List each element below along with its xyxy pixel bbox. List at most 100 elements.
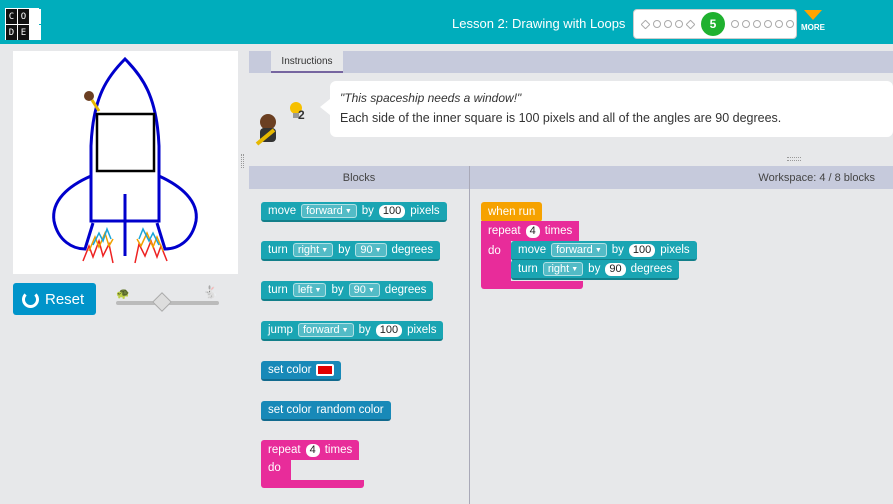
rabbit-icon: 🐇 (203, 285, 218, 299)
workspace-header: Workspace: 4 / 8 blocks (470, 166, 893, 189)
block-label: degrees (630, 263, 673, 275)
dropdown-value: right (297, 244, 320, 256)
dropdown-value: forward (306, 205, 343, 217)
current-level[interactable]: 5 (701, 12, 725, 36)
reset-button[interactable]: Reset (13, 283, 96, 315)
level-dot-diamond[interactable] (685, 19, 696, 29)
turtle-icon: 🐢 (116, 288, 130, 300)
jump-block[interactable]: jump forward ▼ by 100 pixels (261, 321, 444, 341)
logo-blank (30, 25, 41, 40)
block-label: set color (268, 404, 312, 416)
level-dot[interactable] (653, 20, 661, 28)
angle-input[interactable]: 90 (605, 262, 626, 276)
instruction-bubble: "This spaceship needs a window!" Each si… (320, 81, 893, 137)
repeat-footer (261, 480, 364, 488)
instruction-quote: "This spaceship needs a window!" (340, 91, 522, 105)
distance-input[interactable]: 100 (378, 204, 406, 218)
repeat-body: do (261, 460, 291, 480)
dropdown-value: forward (556, 244, 593, 256)
dropdown-value: left (297, 284, 313, 296)
angle-dropdown[interactable]: 90 ▼ (355, 243, 387, 257)
direction-dropdown[interactable]: right ▼ (292, 243, 334, 257)
direction-dropdown[interactable]: left ▼ (292, 283, 327, 297)
level-dot[interactable] (675, 20, 683, 28)
distance-input[interactable]: 100 (375, 323, 403, 337)
block-label: degrees (391, 244, 434, 256)
block-label: turn (268, 284, 288, 296)
block-label: move (518, 244, 547, 256)
repeat-footer (481, 281, 583, 289)
block-label: by (611, 244, 624, 256)
repeat-count-input[interactable]: 4 (525, 224, 540, 238)
reset-icon (22, 290, 39, 308)
triangle-down-icon (804, 10, 822, 20)
dropdown-value: 90 (360, 244, 373, 256)
distance-input[interactable]: 100 (628, 243, 656, 257)
block-label: by (358, 324, 371, 336)
level-dot[interactable] (786, 20, 794, 28)
drawing-canvas (13, 51, 238, 274)
hint-button[interactable]: 2 (288, 100, 308, 124)
block-label: by (361, 205, 374, 217)
workspace-move-block[interactable]: move forward ▼ by 100 pixels (511, 241, 697, 261)
dropdown-arrow-icon: ▼ (314, 286, 322, 294)
block-label: when run (488, 206, 536, 218)
direction-dropdown[interactable]: forward ▼ (551, 243, 607, 257)
logo-letter: E (18, 25, 29, 40)
block-label: by (331, 284, 344, 296)
workspace-turn-block[interactable]: turn right ▼ by 90 degrees (511, 260, 680, 280)
block-label: repeat (488, 225, 521, 237)
random-color-value: random color (316, 404, 384, 416)
code-logo[interactable]: C O D E (5, 8, 41, 40)
block-label: pixels (407, 324, 437, 336)
slider-thumb[interactable] (151, 292, 172, 312)
repeat-header[interactable]: repeat 4 times (481, 221, 580, 241)
block-label: repeat (268, 444, 301, 456)
direction-dropdown[interactable]: forward ▼ (297, 323, 354, 337)
instructions-tab-bar: Instructions (249, 51, 893, 73)
move-block[interactable]: move forward ▼ by 100 pixels (261, 202, 447, 222)
level-dot[interactable] (775, 20, 783, 28)
block-label: times (324, 444, 353, 456)
level-dot[interactable] (731, 20, 739, 28)
turn-left-block[interactable]: turn left ▼ by 90 ▼ degrees (261, 281, 434, 301)
artist-avatar-icon (255, 114, 276, 146)
dropdown-arrow-icon: ▼ (571, 265, 579, 273)
block-label: turn (518, 263, 538, 275)
block-label: jump (268, 324, 293, 336)
angle-dropdown[interactable]: 90 ▼ (348, 283, 380, 297)
repeat-header[interactable]: repeat 4 times (261, 440, 360, 460)
logo-blank (30, 9, 41, 24)
speed-slider[interactable]: 🐢 🐇 (113, 285, 223, 312)
dropdown-arrow-icon: ▼ (367, 286, 375, 294)
set-color-block[interactable]: set color (261, 361, 342, 381)
logo-letter: C (6, 9, 17, 24)
instruction-text: Each side of the inner square is 100 pix… (340, 111, 782, 125)
color-swatch[interactable] (316, 364, 335, 376)
rocket-drawing (52, 56, 198, 264)
direction-dropdown[interactable]: forward ▼ (301, 204, 357, 218)
tab-instructions[interactable]: Instructions (271, 51, 343, 73)
level-dot[interactable] (664, 20, 672, 28)
level-dot[interactable] (764, 20, 772, 28)
block-label: times (544, 225, 573, 237)
more-menu[interactable]: MORE (800, 10, 826, 32)
level-dot[interactable] (753, 20, 761, 28)
block-label: move (268, 205, 297, 217)
panel-resize-handle[interactable] (241, 154, 244, 168)
do-label: do (488, 245, 501, 257)
direction-dropdown[interactable]: right ▼ (542, 262, 584, 276)
when-run-block[interactable]: when run (481, 202, 543, 222)
block-label: pixels (660, 244, 690, 256)
block-label: by (588, 263, 601, 275)
dropdown-arrow-icon: ▼ (341, 326, 349, 334)
turn-right-block[interactable]: turn right ▼ by 90 ▼ degrees (261, 241, 441, 261)
block-label: turn (268, 244, 288, 256)
level-dot[interactable] (742, 20, 750, 28)
repeat-count-input[interactable]: 4 (305, 443, 320, 457)
level-dot-diamond[interactable] (640, 19, 651, 29)
dropdown-arrow-icon: ▼ (344, 207, 352, 215)
instructions-resize-handle[interactable] (787, 157, 801, 161)
dropdown-value: right (547, 263, 570, 275)
set-random-color-block[interactable]: set color random color (261, 401, 391, 421)
